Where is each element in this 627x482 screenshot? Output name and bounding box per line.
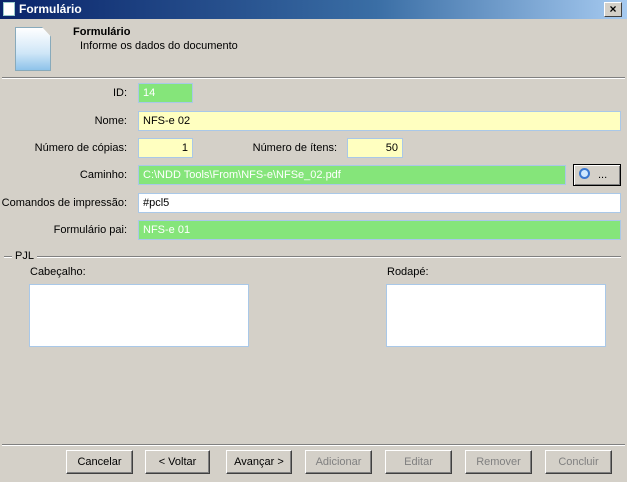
document-icon [15, 27, 51, 71]
pjl-legend: PJL [12, 250, 37, 262]
divider [2, 77, 625, 79]
pjl-group-line [4, 256, 621, 258]
cabecalho-textarea[interactable] [29, 284, 249, 347]
next-button[interactable]: Avançar > [226, 450, 292, 474]
window-title: Formulário [19, 2, 82, 16]
close-button[interactable]: × [604, 2, 622, 17]
edit-button[interactable]: Editar [385, 450, 452, 474]
itens-field[interactable]: 50 [347, 138, 403, 158]
add-button[interactable]: Adicionar [305, 450, 372, 474]
pai-label: Formulário pai: [53, 224, 127, 236]
itens-label: Número de ítens: [252, 142, 337, 154]
copias-label: Número de cópias: [34, 142, 127, 154]
finish-button[interactable]: Concluir [545, 450, 612, 474]
pai-field[interactable]: NFS-e 01 [138, 220, 621, 240]
document-icon [3, 2, 15, 16]
remove-button[interactable]: Remover [465, 450, 532, 474]
rodape-textarea[interactable] [386, 284, 606, 347]
caminho-label: Caminho: [79, 169, 127, 181]
header-title: Formulário [73, 26, 131, 38]
cancel-button[interactable]: Cancelar [66, 450, 133, 474]
comandos-label: Comandos de impressão: [1, 197, 127, 209]
caminho-field[interactable]: C:\NDD Tools\From\NFS-e\NFSe_02.pdf [138, 165, 566, 185]
cabecalho-label: Cabeçalho: [30, 266, 86, 278]
divider [2, 444, 625, 446]
rodape-label: Rodapé: [387, 266, 429, 278]
id-field[interactable]: 14 [138, 83, 193, 103]
browse-button[interactable]: ... [573, 164, 621, 186]
back-button[interactable]: < Voltar [145, 450, 210, 474]
browse-ellipsis: ... [598, 169, 608, 181]
comandos-field[interactable]: #pcl5 [138, 193, 621, 213]
nome-label: Nome: [94, 115, 127, 127]
copias-field[interactable]: 1 [138, 138, 193, 158]
magnifier-icon [579, 168, 590, 179]
title-bar: Formulário × [0, 0, 627, 19]
id-label: ID: [112, 87, 127, 99]
nome-field[interactable]: NFS-e 02 [138, 111, 621, 131]
header-subtitle: Informe os dados do documento [80, 40, 238, 52]
